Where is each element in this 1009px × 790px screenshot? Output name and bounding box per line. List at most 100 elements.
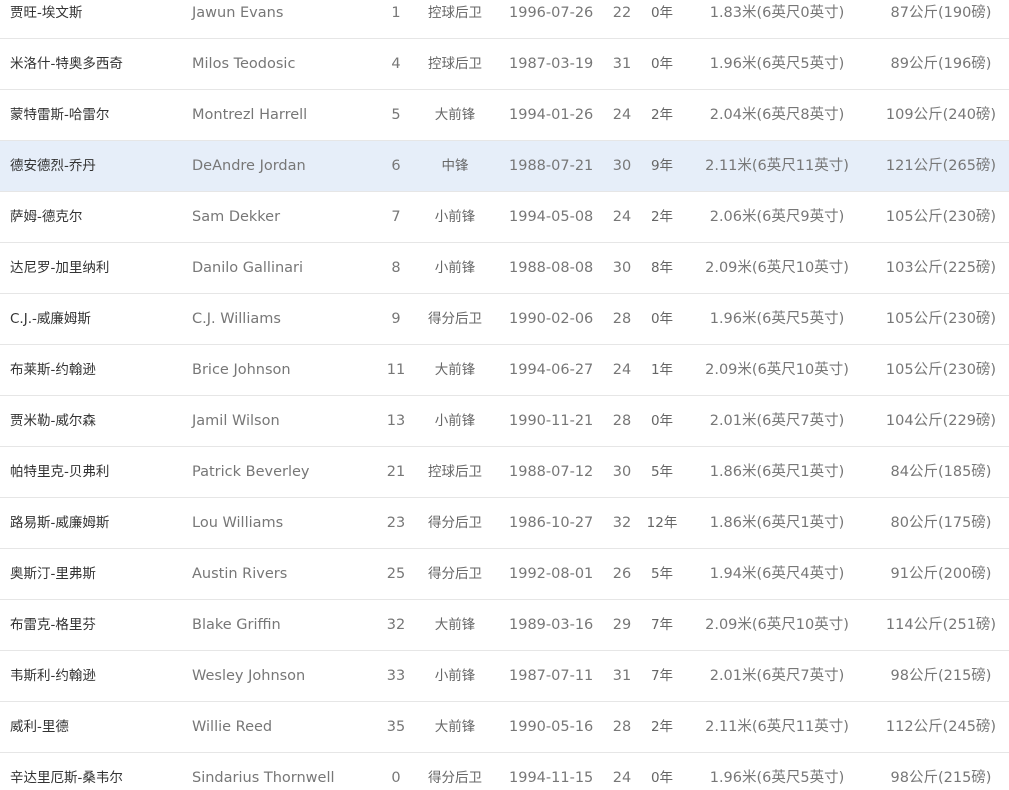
player-birthdate: 1994-06-27: [509, 362, 594, 378]
player-name-cn-cell: 奥斯汀-里弗斯: [10, 549, 96, 599]
player-name-cn-cell: 贾米勒-威尔森: [10, 396, 96, 446]
player-age: 30: [612, 158, 632, 174]
player-weight: 105公斤(230磅): [885, 362, 997, 378]
table-row[interactable]: 路易斯-威廉姆斯 Lou Williams 23 得分后卫 1986-10-27 32 12…: [0, 498, 1009, 549]
player-experience: 0年: [650, 770, 674, 786]
player-name-cn: 路易斯-威廉姆斯: [10, 515, 110, 531]
player-birthdate-cell: 1994-06-27: [509, 345, 593, 395]
player-birthdate: 1987-07-11: [509, 668, 594, 684]
table-row[interactable]: 贾旺-埃文斯 Jawun Evans 1 控球后卫 1996-07-26 22 0年 1.83…: [0, 0, 1009, 39]
roster-rows: 贾旺-埃文斯 Jawun Evans 1 控球后卫 1996-07-26 22 0年 1.83…: [0, 0, 1009, 790]
player-birthdate: 1994-11-15: [509, 770, 594, 786]
table-row[interactable]: 韦斯利-约翰逊 Wesley Johnson 33 小前锋 1987-07-11 31 7年…: [0, 651, 1009, 702]
player-name-en-cell: Sindarius Thornwell: [192, 753, 335, 790]
player-weight: 103公斤(225磅): [885, 260, 997, 276]
player-experience: 7年: [650, 668, 674, 684]
table-row[interactable]: 米洛什-特奥多西奇 Milos Teodosic 4 控球后卫 1987-03-19 31…: [0, 39, 1009, 90]
player-weight: 112公斤(245磅): [885, 719, 997, 735]
player-name-cn-cell: 萨姆-德克尔: [10, 192, 82, 242]
player-birthdate-cell: 1994-11-15: [509, 753, 593, 790]
player-name-en-cell: Blake Griffin: [192, 600, 281, 650]
player-experience: 0年: [650, 56, 674, 72]
player-birthdate-cell: 1996-07-26: [509, 0, 593, 38]
player-position: 大前锋: [434, 362, 476, 378]
player-height: 1.96米(6英尺5英寸): [709, 56, 845, 72]
player-height: 2.01米(6英尺7英寸): [709, 668, 845, 684]
jersey-number: 6: [391, 158, 401, 174]
player-birthdate-cell: 1994-05-08: [509, 192, 593, 242]
player-experience: 2年: [650, 209, 674, 225]
player-birthdate-cell: 1990-05-16: [509, 702, 593, 752]
player-name-en: Sam Dekker: [192, 209, 281, 225]
player-birthdate-cell: 1987-07-11: [509, 651, 593, 701]
player-position: 控球后卫: [428, 56, 482, 72]
player-name-cn: 帕特里克-贝弗利: [10, 464, 110, 480]
player-height: 1.94米(6英尺4英寸): [709, 566, 845, 582]
player-birthdate: 1996-07-26: [509, 5, 594, 21]
player-position: 小前锋: [434, 413, 476, 429]
player-position: 得分后卫: [428, 770, 482, 786]
player-age: 31: [612, 668, 632, 684]
player-birthdate-cell: 1990-02-06: [509, 294, 593, 344]
table-row[interactable]: 威利-里德 Willie Reed 35 大前锋 1990-05-16 28 2年 2.11米…: [0, 702, 1009, 753]
table-row[interactable]: 布莱斯-约翰逊 Brice Johnson 11 大前锋 1994-06-27 24 1年 2…: [0, 345, 1009, 396]
player-weight: 109公斤(240磅): [885, 107, 997, 123]
player-position: 控球后卫: [428, 5, 482, 21]
player-age: 28: [612, 311, 632, 327]
player-name-cn-cell: 韦斯利-约翰逊: [10, 651, 96, 701]
player-height: 1.86米(6英尺1英寸): [709, 515, 845, 531]
player-birthdate: 1989-03-16: [509, 617, 594, 633]
player-weight: 98公斤(215磅): [890, 668, 992, 684]
player-experience: 8年: [650, 260, 674, 276]
table-row[interactable]: 德安德烈-乔丹 DeAndre Jordan 6 中锋 1988-07-21 30 9年 2.…: [0, 141, 1009, 192]
player-height: 2.11米(6英尺11英寸): [705, 158, 849, 174]
player-name-cn-cell: 路易斯-威廉姆斯: [10, 498, 109, 548]
table-row[interactable]: 辛达里厄斯-桑韦尔 Sindarius Thornwell 0 得分后卫 1994-11…: [0, 753, 1009, 790]
player-weight: 114公斤(251磅): [885, 617, 997, 633]
jersey-number: 25: [386, 566, 406, 582]
player-birthdate: 1994-05-08: [509, 209, 594, 225]
player-birthdate-cell: 1992-08-01: [509, 549, 593, 599]
player-position: 大前锋: [434, 617, 476, 633]
player-name-cn: 萨姆-德克尔: [10, 209, 83, 225]
player-weight: 105公斤(230磅): [885, 311, 997, 327]
player-name-en: Patrick Beverley: [192, 464, 310, 480]
player-name-cn: 布莱斯-约翰逊: [10, 362, 96, 378]
table-row[interactable]: 蒙特雷斯-哈雷尔 Montrezl Harrell 5 大前锋 1994-01-26 24…: [0, 90, 1009, 141]
player-experience: 7年: [650, 617, 674, 633]
player-name-en: Sindarius Thornwell: [192, 770, 335, 786]
jersey-number: 9: [391, 311, 401, 327]
table-row[interactable]: 奥斯汀-里弗斯 Austin Rivers 25 得分后卫 1992-08-01 26 5年…: [0, 549, 1009, 600]
player-position: 控球后卫: [428, 464, 482, 480]
player-name-en-cell: Jamil Wilson: [192, 396, 280, 446]
player-age: 26: [612, 566, 632, 582]
jersey-number: 4: [391, 56, 401, 72]
player-height: 2.09米(6英尺10英寸): [705, 362, 849, 378]
table-row[interactable]: 帕特里克-贝弗利 Patrick Beverley 21 控球后卫 1988-07-12…: [0, 447, 1009, 498]
player-weight: 98公斤(215磅): [890, 770, 992, 786]
table-row[interactable]: 布雷克-格里芬 Blake Griffin 32 大前锋 1989-03-16 29 7年 2…: [0, 600, 1009, 651]
table-row[interactable]: 达尼罗-加里纳利 Danilo Gallinari 8 小前锋 1988-08-08 30…: [0, 243, 1009, 294]
player-age: 24: [612, 362, 632, 378]
player-name-en-cell: Montrezl Harrell: [192, 90, 307, 140]
player-age: 32: [612, 515, 632, 531]
player-age: 24: [612, 209, 632, 225]
table-row[interactable]: 贾米勒-威尔森 Jamil Wilson 13 小前锋 1990-11-21 28 0年 2.…: [0, 396, 1009, 447]
player-name-cn-cell: 德安德烈-乔丹: [10, 141, 96, 191]
player-age: 31: [612, 56, 632, 72]
table-row[interactable]: C.J.-威廉姆斯 C.J. Williams 9 得分后卫 1990-02-06 28 0…: [0, 294, 1009, 345]
jersey-number: 13: [386, 413, 406, 429]
player-experience: 12年: [646, 515, 678, 531]
player-name-cn: 德安德烈-乔丹: [10, 158, 96, 174]
player-birthdate: 1987-03-19: [509, 56, 594, 72]
player-birthdate: 1988-08-08: [509, 260, 594, 276]
player-experience: 2年: [650, 719, 674, 735]
player-age: 30: [612, 260, 632, 276]
jersey-number: 5: [391, 107, 401, 123]
player-experience: 0年: [650, 413, 674, 429]
player-weight: 80公斤(175磅): [890, 515, 992, 531]
player-name-en: Danilo Gallinari: [192, 260, 304, 276]
player-height: 2.09米(6英尺10英寸): [705, 617, 849, 633]
table-row[interactable]: 萨姆-德克尔 Sam Dekker 7 小前锋 1994-05-08 24 2年 2.06米(…: [0, 192, 1009, 243]
player-name-cn-cell: 蒙特雷斯-哈雷尔: [10, 90, 109, 140]
